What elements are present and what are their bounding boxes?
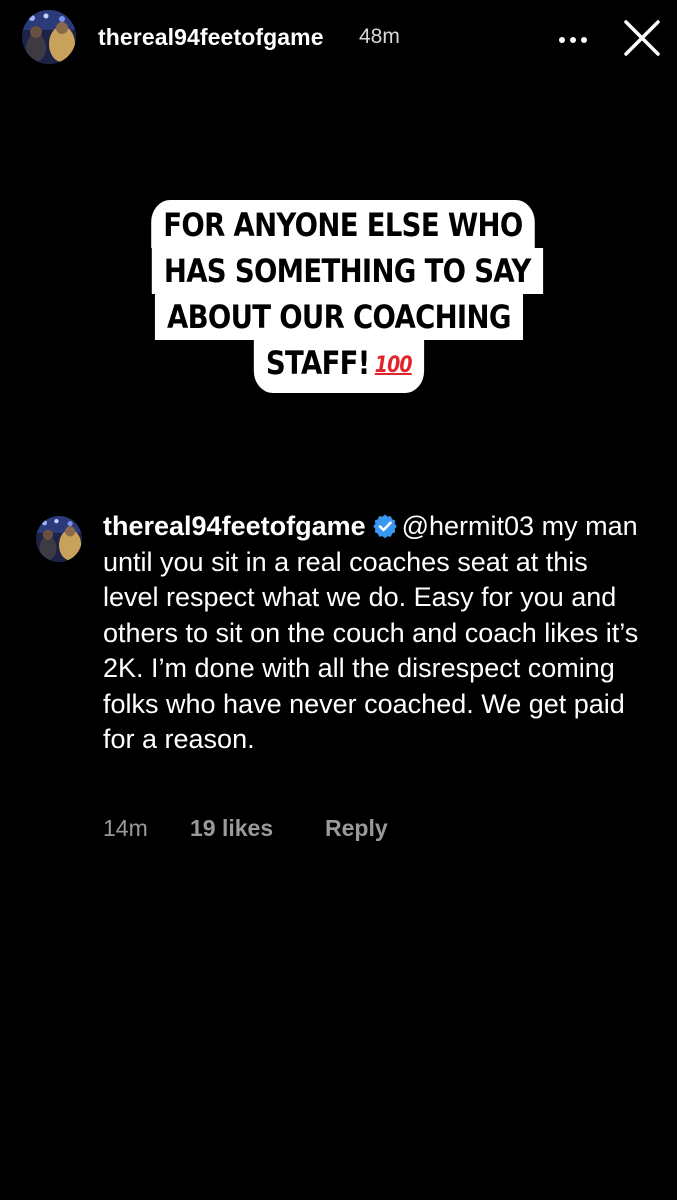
- comment-time: 14m: [103, 815, 148, 841]
- story-header: thereal94feetofgame 48m: [0, 0, 677, 80]
- comment: thereal94feetofgame @hermit03 my man unt…: [103, 509, 648, 758]
- sticker-line: HAS SOMETHING TO SAY: [151, 248, 543, 294]
- comment-username[interactable]: thereal94feetofgame: [103, 511, 366, 541]
- sticker-line-last: STAFF! 100: [253, 340, 424, 393]
- comment-avatar[interactable]: [36, 516, 82, 562]
- sticker-line: FOR ANYONE ELSE WHO: [151, 200, 535, 248]
- avatar-photo: [36, 516, 82, 562]
- sticker-line-text: STAFF!: [265, 344, 370, 382]
- comment-likes-link[interactable]: 19 likes: [190, 815, 273, 842]
- header-username[interactable]: thereal94feetofgame: [98, 24, 324, 51]
- story-text-sticker: FOR ANYONE ELSE WHO HAS SOMETHING TO SAY…: [120, 200, 557, 393]
- avatar[interactable]: [22, 10, 76, 64]
- comment-mention[interactable]: @hermit03: [402, 511, 534, 541]
- post-time: 48m: [359, 25, 400, 48]
- hundred-points-icon: 100: [374, 353, 412, 378]
- sticker-line: ABOUT OUR COACHING: [154, 294, 523, 340]
- comment-text: my man until you sit in a real coaches s…: [103, 511, 639, 754]
- close-icon: [624, 20, 660, 56]
- reply-button[interactable]: Reply: [325, 815, 388, 842]
- verified-badge-icon: [372, 514, 397, 539]
- avatar-photo: [22, 10, 76, 64]
- close-button[interactable]: [618, 14, 666, 62]
- more-options-button[interactable]: [550, 22, 596, 56]
